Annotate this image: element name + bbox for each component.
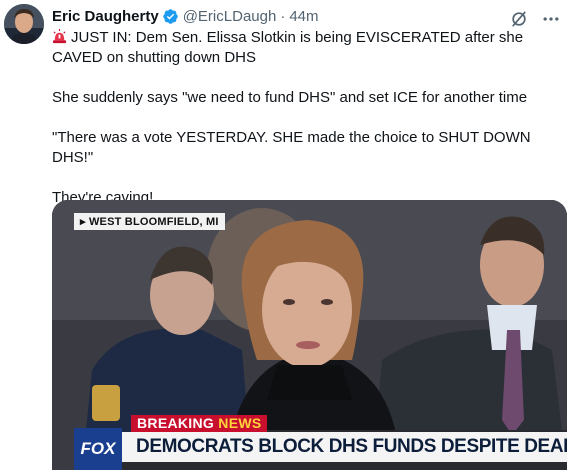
tweet-actions [508, 8, 562, 30]
news-label: NEWS [218, 415, 262, 431]
tweet-line-headline: JUST IN: Dem Sen. Elissa Slotkin is bein… [52, 28, 562, 68]
tweet-video[interactable]: ▸ WEST BLOOMFIELD, MI BREAKING NEWS FOX … [52, 200, 567, 470]
author-name[interactable]: Eric Daugherty [52, 8, 159, 25]
fox-news-logo: FOX [74, 428, 122, 470]
video-frame [52, 200, 567, 470]
tweet-line-3: "There was a vote YESTERDAY. SHE made th… [52, 129, 531, 166]
grok-icon[interactable] [508, 8, 530, 30]
location-bug: ▸ WEST BLOOMFIELD, MI [74, 213, 225, 230]
timestamp[interactable]: 44m [289, 8, 318, 25]
verified-badge-icon[interactable] [162, 8, 179, 25]
breaking-news-label: BREAKING NEWS [131, 415, 268, 432]
author-avatar[interactable] [4, 4, 44, 44]
tweet-header: Eric Daugherty @EricLDaugh · 44m [52, 6, 319, 26]
more-icon[interactable] [540, 8, 562, 30]
tweet-line-1: JUST IN: Dem Sen. Elissa Slotkin is bein… [52, 29, 524, 66]
author-handle[interactable]: @EricLDaugh [183, 8, 277, 25]
avatar-image [4, 4, 44, 44]
tweet-text: JUST IN: Dem Sen. Elissa Slotkin is bein… [52, 28, 562, 208]
tweet-line-2: She suddenly says "we need to fund DHS" … [52, 89, 528, 106]
siren-emoji-icon [52, 29, 67, 44]
separator-dot: · [280, 7, 286, 25]
breaking-label: BREAKING [137, 415, 215, 431]
